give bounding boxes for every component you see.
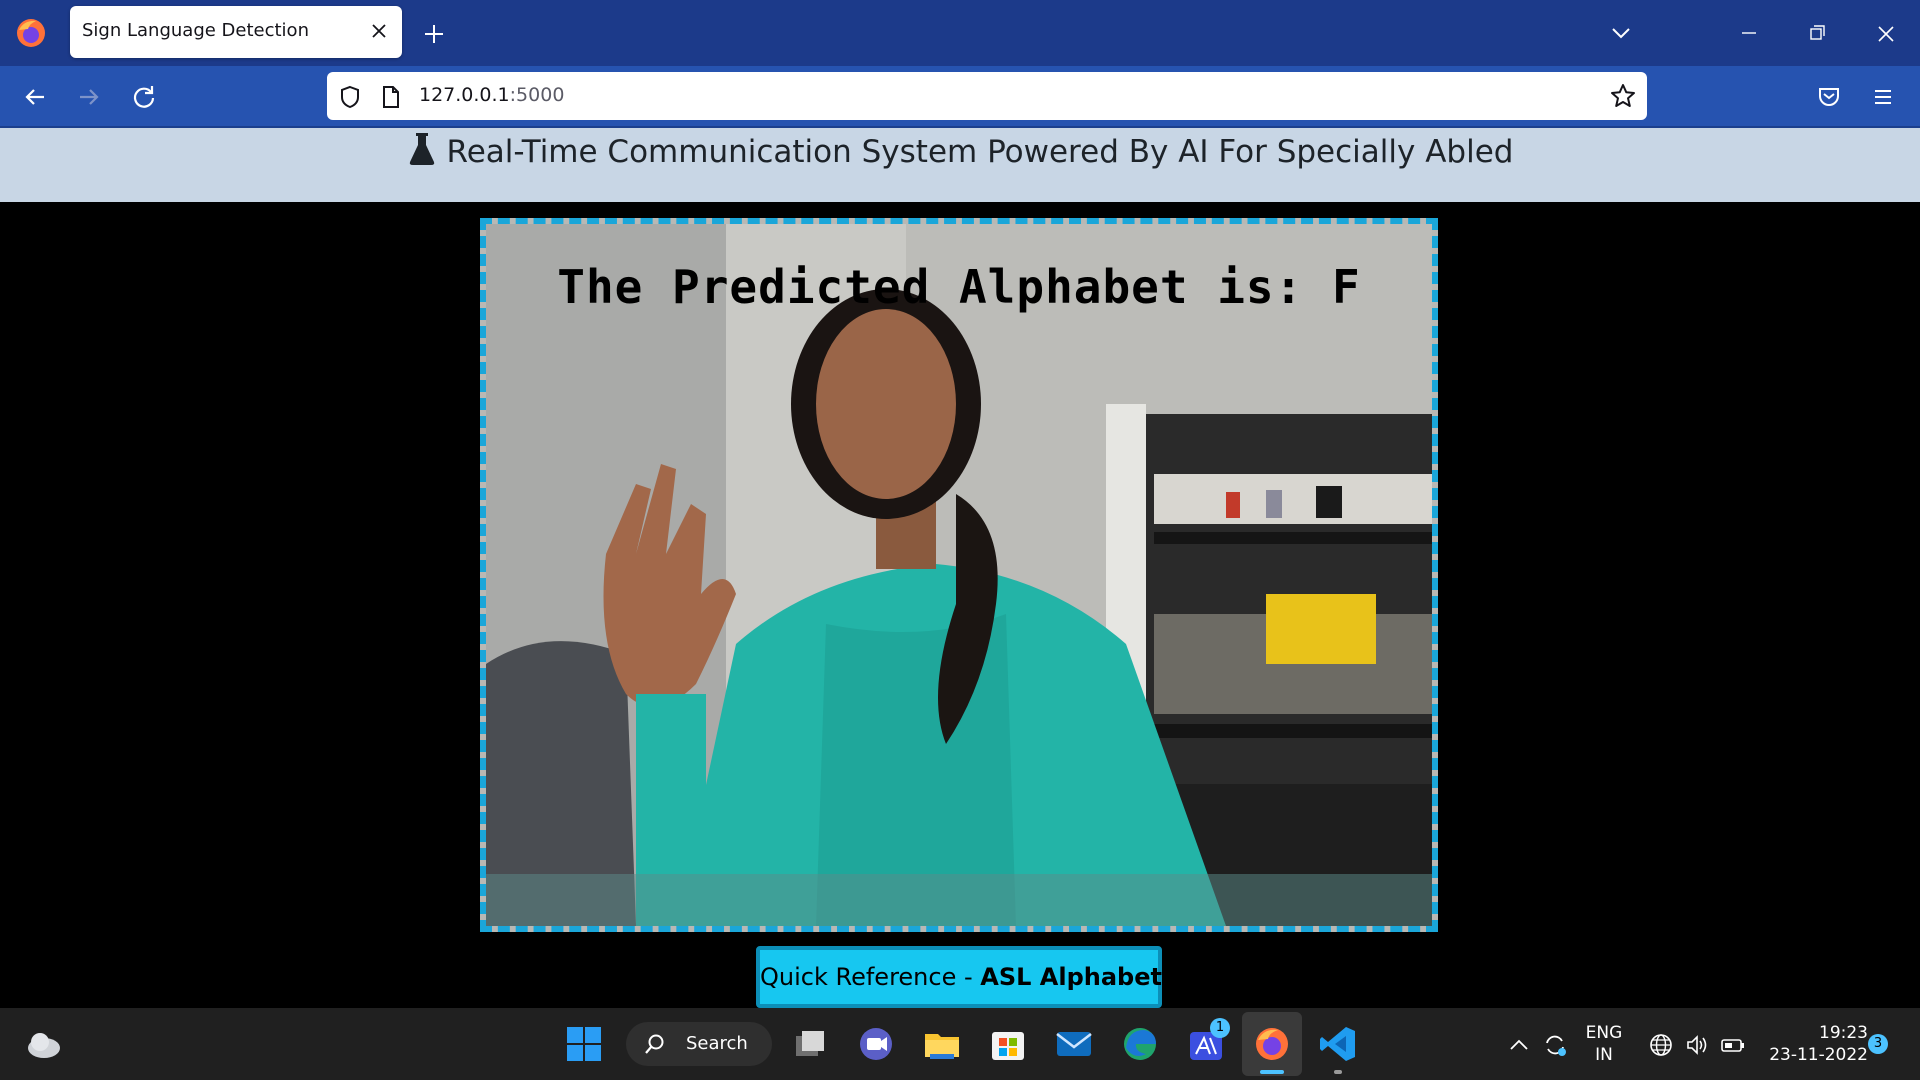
- webcam-video-feed: The Predicted Alphabet is: F: [480, 218, 1438, 932]
- weather-cloud-icon[interactable]: [22, 1026, 66, 1062]
- task-view-icon[interactable]: [790, 1024, 830, 1064]
- url-host: 127.0.0.1: [419, 84, 510, 106]
- vscode-open-indicator: [1334, 1070, 1342, 1074]
- app-notification-badge: 1: [1210, 1018, 1230, 1038]
- taskbar-search-box[interactable]: Search: [626, 1022, 772, 1066]
- forward-arrow-icon[interactable]: [74, 82, 104, 112]
- tracking-protection-shield-icon[interactable]: [337, 84, 363, 110]
- page-info-icon[interactable]: [379, 84, 403, 110]
- language-secondary: IN: [1595, 1045, 1613, 1065]
- close-window-icon[interactable]: [1872, 20, 1900, 48]
- bookmark-star-icon[interactable]: [1609, 82, 1637, 110]
- clock[interactable]: 19:23 23-11-2022: [1758, 1022, 1868, 1066]
- windows-taskbar: Search 1 ENG IN 19:23 23-11-2022 3: [0, 1008, 1920, 1080]
- reload-icon[interactable]: [129, 82, 159, 112]
- tab-sign-language-detection[interactable]: Sign Language Detection: [70, 6, 402, 58]
- edge-icon[interactable]: [1120, 1024, 1160, 1064]
- tab-title: Sign Language Detection: [82, 20, 309, 41]
- teams-chat-icon[interactable]: [856, 1024, 896, 1064]
- webcam-scene-image: [486, 224, 1432, 926]
- restore-icon[interactable]: [1804, 20, 1830, 46]
- mail-icon[interactable]: [1054, 1024, 1094, 1064]
- firefox-icon[interactable]: [1252, 1024, 1292, 1064]
- pocket-icon[interactable]: [1814, 82, 1844, 112]
- browser-tab-bar: Sign Language Detection: [0, 0, 1920, 66]
- close-tab-icon[interactable]: [368, 20, 390, 42]
- page-header: Real-Time Communication System Powered B…: [0, 128, 1920, 202]
- taskbar-search-label: Search: [686, 1033, 748, 1054]
- minimize-icon[interactable]: [1736, 20, 1762, 46]
- firefox-active-indicator: [1260, 1070, 1284, 1074]
- chevron-up-icon[interactable]: [1506, 1032, 1532, 1058]
- firefox-menu-icon[interactable]: [14, 16, 48, 50]
- quick-reference-bold: ASL Alphabets: [980, 963, 1177, 991]
- search-icon: [645, 1034, 664, 1054]
- flask-icon: [409, 133, 434, 165]
- clock-date: 23-11-2022: [1769, 1045, 1868, 1065]
- hamburger-menu-icon[interactable]: [1868, 82, 1898, 112]
- url-text[interactable]: 127.0.0.1:5000: [419, 84, 564, 106]
- predicted-alphabet-text: The Predicted Alphabet is: F: [557, 260, 1361, 314]
- windows-start-icon[interactable]: [564, 1024, 604, 1064]
- vscode-icon[interactable]: [1318, 1024, 1358, 1064]
- page-title-row: Real-Time Communication System Powered B…: [0, 132, 1920, 170]
- page-title: Real-Time Communication System Powered B…: [446, 134, 1514, 170]
- quick-reference-button[interactable]: Quick Reference - ASL Alphabets: [756, 946, 1176, 1008]
- language-primary: ENG: [1585, 1023, 1623, 1043]
- taskbar-app-shortcut[interactable]: 1: [1186, 1018, 1230, 1064]
- back-arrow-icon[interactable]: [20, 82, 50, 112]
- sync-icon[interactable]: [1542, 1032, 1568, 1058]
- volume-icon[interactable]: [1684, 1032, 1710, 1058]
- file-explorer-icon[interactable]: [922, 1024, 962, 1064]
- quick-reference-prefix: Quick Reference -: [760, 963, 981, 991]
- clock-time: 19:23: [1819, 1023, 1868, 1043]
- network-globe-icon[interactable]: [1648, 1032, 1674, 1058]
- notification-count-badge[interactable]: 3: [1868, 1034, 1888, 1054]
- new-tab-icon[interactable]: [420, 20, 448, 48]
- microsoft-store-icon[interactable]: [988, 1024, 1028, 1064]
- browser-nav-bar: 127.0.0.1:5000: [0, 66, 1920, 128]
- chevron-down-icon[interactable]: [1608, 20, 1634, 46]
- address-bar[interactable]: 127.0.0.1:5000: [327, 72, 1647, 120]
- url-port: :5000: [509, 84, 565, 106]
- language-indicator[interactable]: ENG IN: [1580, 1022, 1628, 1066]
- battery-icon[interactable]: [1720, 1032, 1746, 1058]
